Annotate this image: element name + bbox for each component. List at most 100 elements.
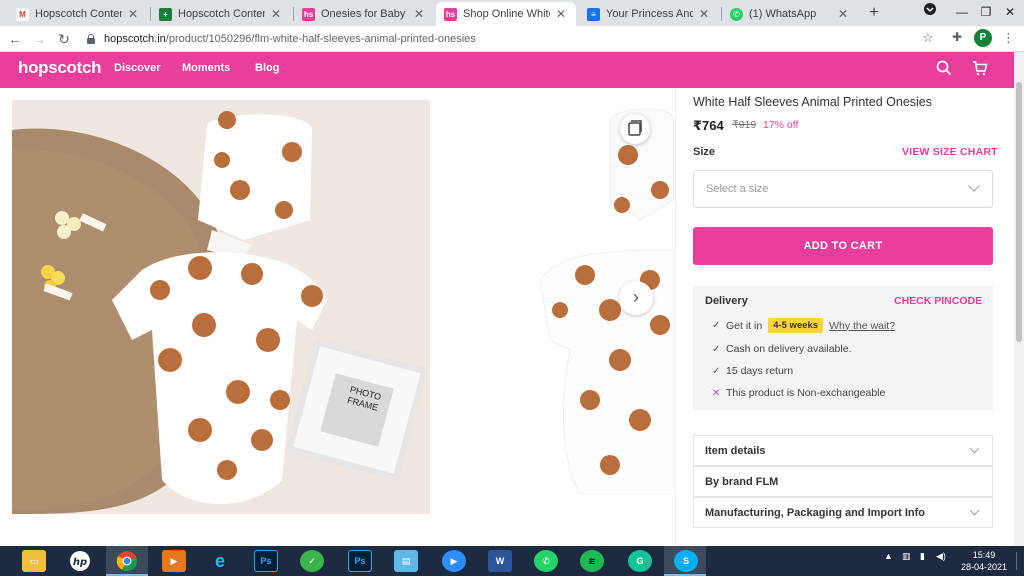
chevron-down-icon bbox=[969, 505, 980, 516]
skype-icon[interactable]: S bbox=[674, 550, 698, 572]
product-price: ₹764 bbox=[693, 118, 724, 133]
view-size-chart-link[interactable]: VIEW SIZE CHART bbox=[902, 146, 998, 158]
browser-tab[interactable]: ≡ Your Princess And Her ✕ bbox=[579, 2, 719, 26]
get-it-in-label: Get it in bbox=[726, 319, 763, 332]
word-icon[interactable]: W bbox=[488, 550, 512, 572]
whatsapp-icon: ✆ bbox=[730, 7, 743, 21]
tab-close-icon[interactable]: ✕ bbox=[126, 7, 140, 21]
cod-row: ✓ Cash on delivery available. bbox=[712, 343, 852, 355]
accordion-brand[interactable]: By brand FLM bbox=[693, 466, 993, 497]
product-image-secondary[interactable] bbox=[540, 100, 674, 494]
browser-tab[interactable]: hs Onesies for Baby Girl | H ✕ bbox=[294, 2, 434, 26]
delivery-eta-row: ✓ Get it in 4-5 weeks Why the wait? bbox=[712, 318, 895, 333]
nav-discover[interactable]: Discover bbox=[114, 62, 160, 74]
file-explorer-icon[interactable]: ▭ bbox=[22, 550, 46, 572]
cart-icon[interactable] bbox=[972, 60, 990, 78]
address-bar: ← → ↻ hopscotch.in /product/1050296/flm-… bbox=[0, 26, 1024, 52]
check-pincode-link[interactable]: CHECK PINCODE bbox=[894, 295, 982, 307]
accordion-label: By brand FLM bbox=[705, 476, 779, 488]
show-desktop-button[interactable] bbox=[1016, 552, 1017, 570]
browser-tab[interactable]: M Hopscotch Content - In ✕ bbox=[8, 2, 148, 26]
cod-text: Cash on delivery available. bbox=[726, 343, 852, 355]
extensions-icon[interactable]: ✚ bbox=[952, 30, 962, 44]
tab-close-icon[interactable]: ✕ bbox=[836, 7, 850, 21]
tab-title: (1) WhatsApp bbox=[749, 8, 817, 20]
app-green-icon[interactable]: ✓ bbox=[300, 550, 324, 572]
back-icon[interactable]: ← bbox=[6, 30, 24, 48]
chevron-down-icon bbox=[969, 443, 980, 454]
chrome-icon[interactable] bbox=[115, 550, 139, 572]
browser-tab[interactable]: + Hopscotch Content Ma ✕ bbox=[151, 2, 291, 26]
accordion-manufacturing[interactable]: Manufacturing, Packaging and Import Info bbox=[693, 497, 993, 528]
url-field[interactable]: hopscotch.in /product/1050296/flm-white-… bbox=[80, 29, 946, 49]
add-to-cart-button[interactable]: ADD TO CART bbox=[693, 227, 993, 265]
spotify-icon[interactable]: ≋ bbox=[580, 550, 604, 572]
system-clock[interactable]: 15:49 28-04-2021 bbox=[955, 549, 1013, 573]
nav-moments[interactable]: Moments bbox=[182, 62, 230, 74]
reload-icon[interactable]: ↻ bbox=[55, 30, 73, 48]
profile-avatar[interactable]: P bbox=[974, 29, 992, 47]
media-player-icon[interactable]: ▶ bbox=[162, 550, 186, 572]
windows-taskbar: ▭ hp ▶ e Ps ✓ Ps ▤ ▶ W ✆ ≋ G S ▲ ▥ ▮ ◀) … bbox=[0, 546, 1024, 576]
new-tab-icon[interactable]: + bbox=[864, 3, 884, 23]
notepad-icon[interactable]: ▤ bbox=[394, 550, 418, 572]
accordion-label: Manufacturing, Packaging and Import Info bbox=[705, 507, 926, 519]
bookmark-star-icon[interactable]: ☆ bbox=[922, 30, 934, 46]
nav-blog[interactable]: Blog bbox=[255, 62, 279, 74]
size-label: Size bbox=[693, 146, 716, 158]
tab-search-icon[interactable] bbox=[914, 0, 946, 26]
size-placeholder: Select a size bbox=[706, 183, 769, 195]
why-the-wait-link[interactable]: Why the wait? bbox=[829, 320, 895, 332]
whatsapp-icon[interactable]: ✆ bbox=[534, 550, 558, 572]
browser-tab-active[interactable]: hs Shop Online White Half ✕ bbox=[436, 2, 576, 26]
hopscotch-icon: hs bbox=[302, 7, 315, 21]
docs-icon: ≡ bbox=[587, 7, 600, 21]
tab-title: Hopscotch Content - In bbox=[35, 8, 122, 20]
hp-icon[interactable]: hp bbox=[68, 550, 92, 572]
tab-title: Shop Online White Half bbox=[463, 8, 550, 20]
returns-text: 15 days return bbox=[726, 365, 794, 377]
next-image-chevron-icon[interactable]: › bbox=[619, 281, 653, 315]
exchange-row: ✕ This product is Non-exchangeable bbox=[712, 387, 885, 399]
hopscotch-icon: hs bbox=[444, 7, 457, 21]
photoshop-icon[interactable]: Ps bbox=[254, 550, 278, 572]
browser-menu-icon[interactable]: ⋮ bbox=[1002, 30, 1015, 46]
close-window-icon[interactable]: ✕ bbox=[994, 0, 1024, 26]
product-title: White Half Sleeves Animal Printed Onesie… bbox=[693, 95, 932, 109]
chevron-down-icon bbox=[968, 180, 980, 192]
page-scrollbar[interactable] bbox=[1014, 52, 1024, 546]
tab-close-icon[interactable]: ✕ bbox=[269, 7, 283, 21]
grammarly-icon[interactable]: G bbox=[628, 550, 652, 572]
tab-close-icon[interactable]: ✕ bbox=[412, 7, 426, 21]
wishlist-icon[interactable] bbox=[620, 114, 650, 144]
screen: M Hopscotch Content - In ✕ + Hopscotch C… bbox=[0, 0, 1024, 576]
check-icon: ✓ bbox=[712, 343, 721, 355]
size-select[interactable]: Select a size bbox=[693, 170, 993, 208]
network-icon[interactable]: ▥ bbox=[902, 551, 911, 562]
site-logo[interactable]: hopscotch bbox=[18, 58, 102, 78]
browser-tab[interactable]: ✆ (1) WhatsApp ✕ bbox=[722, 2, 858, 26]
volume-icon[interactable]: ◀) bbox=[936, 551, 946, 562]
search-icon[interactable] bbox=[936, 60, 954, 78]
tab-close-icon[interactable]: ✕ bbox=[697, 7, 711, 21]
zoom-icon[interactable]: ▶ bbox=[442, 550, 466, 572]
discount-label: 17% off bbox=[763, 119, 799, 131]
tab-title: Your Princess And Her bbox=[606, 8, 693, 20]
battery-icon[interactable]: ▮ bbox=[920, 551, 925, 562]
check-icon: ✓ bbox=[712, 320, 721, 331]
scrollbar-thumb[interactable] bbox=[1016, 82, 1022, 342]
cross-icon: ✕ bbox=[712, 387, 721, 399]
accordion-label: Item details bbox=[705, 445, 766, 457]
url-path: /product/1050296/flm-white-half-sleeves-… bbox=[165, 33, 476, 45]
svg-text:hp: hp bbox=[73, 557, 87, 568]
eta-badge: 4-5 weeks bbox=[768, 318, 824, 333]
delivery-title: Delivery bbox=[705, 295, 748, 307]
forward-icon[interactable]: → bbox=[30, 30, 48, 48]
internet-explorer-icon[interactable]: e bbox=[208, 550, 232, 572]
accordion-item-details[interactable]: Item details bbox=[693, 435, 993, 466]
product-image-main[interactable]: PHOTO FRAME bbox=[12, 100, 430, 514]
tab-close-icon[interactable]: ✕ bbox=[554, 7, 568, 21]
browser-tab-strip: M Hopscotch Content - In ✕ + Hopscotch C… bbox=[0, 0, 1024, 26]
tray-chevron-up-icon[interactable]: ▲ bbox=[884, 551, 893, 561]
photoshop-icon-2[interactable]: Ps bbox=[348, 550, 372, 572]
